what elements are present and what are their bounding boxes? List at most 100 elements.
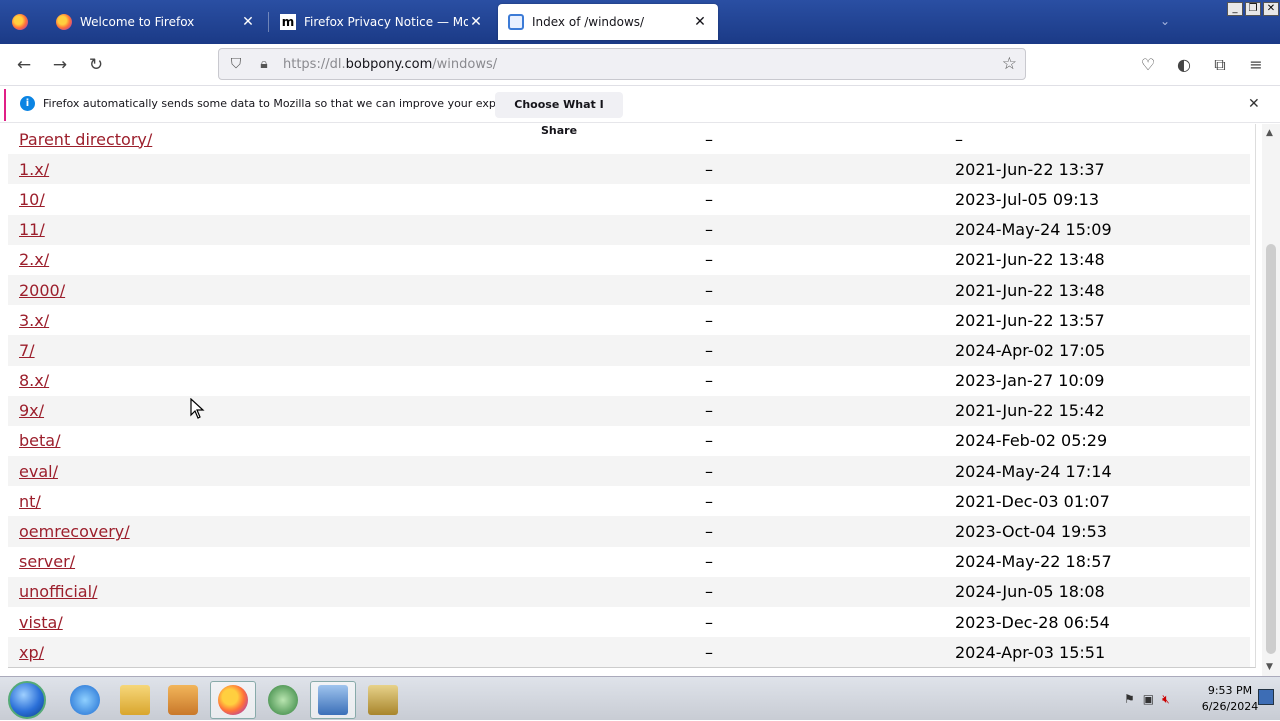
file-size-cell: – — [694, 214, 944, 245]
directory-link[interactable]: 11/ — [19, 220, 45, 239]
extensions-icon[interactable]: ⧉ — [1208, 54, 1232, 76]
reload-icon[interactable]: ↻ — [84, 54, 108, 76]
file-size-cell: – — [694, 516, 944, 547]
modified-date-cell: 2024-May-24 17:14 — [944, 456, 1250, 487]
directory-link[interactable]: unofficial/ — [19, 582, 97, 601]
directory-link[interactable]: 2.x/ — [19, 250, 49, 269]
directory-link[interactable]: 9x/ — [19, 401, 44, 420]
file-name-cell: 7/ — [8, 335, 694, 366]
notice-message: Firefox automatically sends some data to… — [43, 97, 541, 110]
directory-link[interactable]: server/ — [19, 552, 75, 571]
file-name-cell: eval/ — [8, 456, 694, 487]
account-icon[interactable]: ◐ — [1172, 54, 1196, 76]
start-button[interactable] — [8, 681, 46, 719]
file-size-cell: – — [694, 576, 944, 607]
menu-icon[interactable]: ≡ — [1244, 54, 1268, 76]
modified-date-cell: 2021-Dec-03 01:07 — [955, 491, 1110, 511]
table-row: 8.x/ – 2023-Jan-27 10:09 — [8, 366, 1250, 396]
flag-icon[interactable]: ⚑ — [1124, 692, 1135, 706]
media-player-icon[interactable] — [160, 681, 206, 719]
forward-icon[interactable]: → — [48, 54, 72, 76]
file-name-cell: 2000/ — [8, 274, 694, 306]
choose-what-i-share-button[interactable]: Choose What I Share — [495, 92, 623, 137]
network-globe-icon[interactable] — [260, 681, 306, 719]
modified-date-cell: 2024-Feb-02 05:29 — [955, 431, 1108, 451]
close-tab-icon[interactable]: ✕ — [468, 14, 484, 30]
file-size-cell: – — [694, 274, 944, 306]
bookmark-star-icon[interactable]: ☆ — [1002, 54, 1017, 74]
shield-icon[interactable]: ⛉ — [225, 56, 247, 72]
data-notification-bar: i Firefox automatically sends some data … — [0, 87, 1280, 137]
firefox-taskbar-icon[interactable] — [210, 681, 256, 719]
directory-link[interactable]: beta/ — [19, 431, 60, 450]
modified-date-cell: 2024-Jun-05 18:08 — [944, 576, 1250, 607]
list-all-tabs-icon[interactable]: ⌄ — [1160, 14, 1170, 28]
table-row: Parent directory/ – – — [8, 124, 1250, 154]
show-desktop-button[interactable] — [1258, 689, 1274, 705]
tab-index-windows[interactable]: Index of /windows/ ✕ — [498, 4, 718, 40]
table-row: nt/ – 2021-Dec-03 01:07 — [8, 486, 1250, 516]
directory-link[interactable]: 10/ — [19, 190, 45, 209]
pocket-icon[interactable]: ♡ — [1136, 54, 1160, 76]
directory-link[interactable]: 3.x/ — [19, 311, 49, 330]
directory-link[interactable]: eval/ — [19, 462, 58, 481]
modified-date-cell: 2024-May-24 15:09 — [944, 214, 1250, 245]
directory-link[interactable]: oemrecovery/ — [19, 522, 130, 541]
file-size-cell: – — [705, 189, 713, 209]
file-size-cell: – — [705, 491, 713, 511]
scroll-up-icon[interactable]: ▲ — [1266, 128, 1273, 138]
volume-muted-icon[interactable]: 🔇︎ — [1162, 692, 1170, 707]
tab-label: Firefox Privacy Notice — Mozilla — [304, 15, 468, 29]
directory-link[interactable]: nt/ — [19, 492, 41, 511]
file-name-cell: oemrecovery/ — [8, 516, 694, 547]
file-size-cell: – — [705, 250, 713, 270]
directory-link[interactable]: 2000/ — [19, 281, 65, 300]
file-name-cell: server/ — [8, 547, 694, 577]
modified-date-cell: 2021-Jun-22 15:42 — [944, 395, 1250, 426]
directory-link[interactable]: 8.x/ — [19, 371, 49, 390]
minimize-icon[interactable]: _ — [1227, 2, 1243, 16]
directory-link[interactable]: 1.x/ — [19, 160, 49, 179]
firefox-view-icon[interactable] — [12, 14, 28, 30]
scrollbar-thumb[interactable] — [1266, 244, 1276, 654]
network-icon[interactable]: ▣ — [1143, 692, 1154, 706]
file-name-cell: Parent directory/ — [8, 124, 694, 154]
tab-welcome[interactable]: Welcome to Firefox ✕ — [46, 4, 266, 40]
tab-privacy-notice[interactable]: m Firefox Privacy Notice — Mozilla ✕ — [270, 4, 494, 40]
address-bar[interactable]: ⛉ 🔒︎ https://dl.bobpony.com/windows/ ☆ — [218, 48, 1026, 80]
control-panel-icon[interactable] — [310, 681, 356, 719]
taskbar: ⚑ ▣ 🔇︎ 9:53 PM 6/26/2024 — [0, 676, 1280, 720]
modified-date-cell: 2024-May-22 18:57 — [955, 552, 1112, 572]
file-name-cell: unofficial/ — [8, 576, 694, 607]
scroll-down-icon[interactable]: ▼ — [1266, 662, 1273, 672]
close-tab-icon[interactable]: ✕ — [240, 14, 256, 30]
directory-link[interactable]: xp/ — [19, 643, 44, 662]
directory-link[interactable]: vista/ — [19, 613, 63, 632]
file-name-cell: nt/ — [8, 486, 694, 516]
directory-link[interactable]: Parent directory/ — [19, 130, 152, 149]
table-row: 3.x/ – 2021-Jun-22 13:57 — [8, 305, 1250, 335]
close-window-icon[interactable]: ✕ — [1263, 2, 1279, 16]
file-size-cell: – — [705, 371, 713, 391]
file-name-cell: 9x/ — [8, 395, 694, 426]
back-icon[interactable]: ← — [12, 54, 36, 76]
vertical-scrollbar[interactable]: ▲ ▼ — [1262, 124, 1280, 676]
internet-explorer-icon[interactable] — [62, 681, 108, 719]
listing-table: Parent directory/– –1.x/–2021-Jun-22 13:3… — [8, 124, 1250, 667]
close-icon[interactable]: ✕ — [1248, 96, 1260, 112]
file-size-cell: – — [705, 612, 713, 632]
directory-link[interactable]: 7/ — [19, 341, 35, 360]
file-name-cell: 2.x/ — [8, 245, 694, 275]
table-row: eval/ –2024-May-24 17:14 — [8, 456, 1250, 487]
file-name-cell: 11/ — [8, 214, 694, 245]
lock-icon[interactable]: 🔒︎ — [253, 56, 275, 72]
file-name-cell: 3.x/ — [8, 305, 694, 335]
modified-date-cell: – — [955, 129, 963, 149]
restore-icon[interactable]: ❐ — [1245, 2, 1261, 16]
modified-date-cell: 2024-Apr-02 17:05 — [944, 335, 1250, 366]
modified-date-cell: 2023-Oct-04 19:53 — [944, 516, 1250, 547]
file-explorer-icon[interactable] — [112, 681, 158, 719]
close-tab-icon[interactable]: ✕ — [692, 14, 708, 30]
archive-icon[interactable] — [360, 681, 406, 719]
url-text[interactable]: https://dl.bobpony.com/windows/ — [283, 57, 497, 72]
